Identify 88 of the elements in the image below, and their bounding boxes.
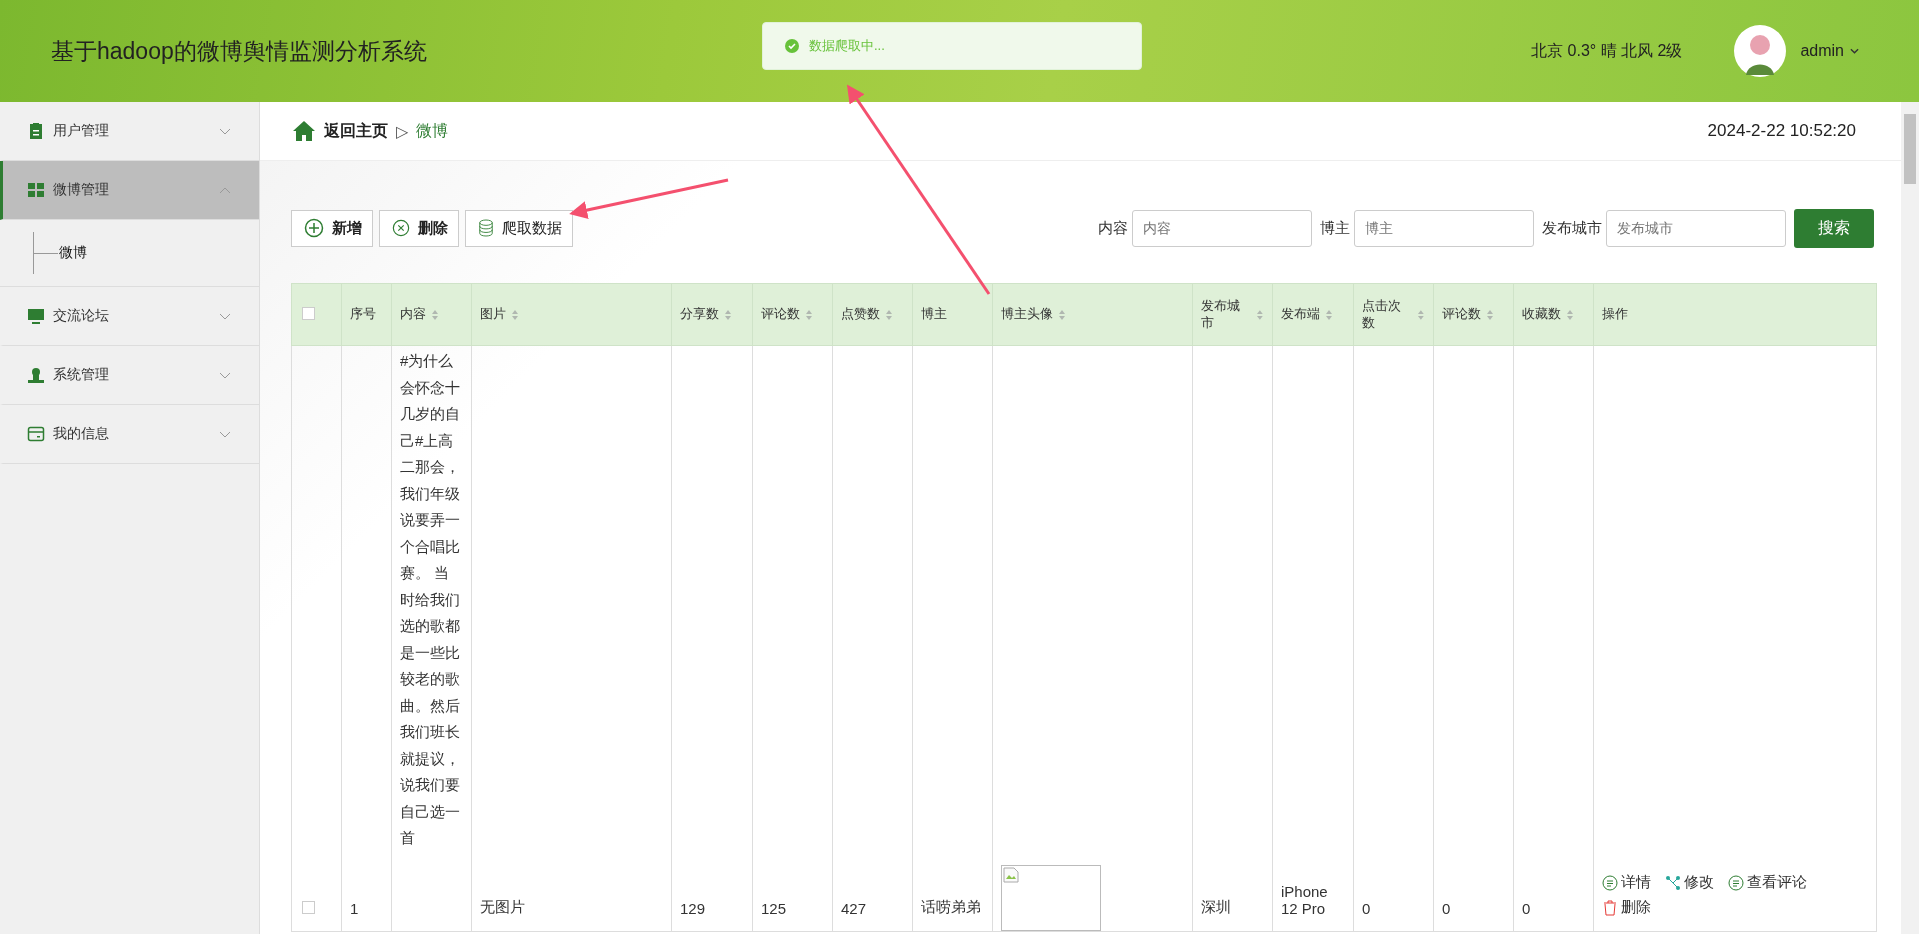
column-header: 序号	[350, 306, 376, 323]
action-link[interactable]: 修改	[1665, 873, 1714, 892]
sort-icon[interactable]	[431, 308, 439, 321]
sidebar-item[interactable]: 微博管理	[0, 161, 259, 220]
chevron-icon	[219, 430, 231, 438]
table-cell: 0	[1442, 900, 1451, 917]
network-icon	[1665, 874, 1681, 891]
filter-field[interactable]: 博主	[1354, 209, 1534, 247]
success-icon	[785, 39, 799, 53]
sidebar-item[interactable]: 交流论坛	[0, 287, 259, 346]
person-icon	[27, 366, 45, 384]
sort-icon[interactable]	[805, 308, 813, 321]
select-all-checkbox[interactable]	[302, 306, 315, 320]
clipboard-icon	[27, 122, 45, 140]
search-button[interactable]: 搜索	[1794, 208, 1874, 248]
sort-icon[interactable]	[1325, 308, 1333, 321]
table-cell: 125	[761, 900, 787, 917]
home-link[interactable]: 返回主页	[324, 120, 388, 142]
chevron-icon	[219, 312, 231, 320]
list-circle-icon	[1728, 874, 1744, 891]
table-cell: 话唠弟弟	[921, 898, 981, 915]
table-cell: 0	[1362, 900, 1371, 917]
table-cell: 129	[680, 900, 706, 917]
sort-icon[interactable]	[724, 308, 732, 321]
monitor-icon	[27, 307, 45, 325]
filter-label: 博主	[1320, 218, 1350, 238]
filter-field[interactable]: 内容	[1132, 209, 1312, 247]
database-icon	[478, 219, 494, 237]
table-cell: 深圳	[1201, 898, 1231, 915]
sort-icon[interactable]	[1417, 308, 1425, 321]
breadcrumb-current: 微博	[416, 120, 448, 141]
app-title: 基于hadoop的微博舆情监测分析系统	[51, 36, 427, 66]
column-header: 发布端	[1281, 306, 1320, 323]
content-text: #为什么会怀念十几岁的自己#上高二那会，我们年级说要弄一个合唱比赛。 当时给我们选的歌都是一些比较老的歌曲。然后我们班长就提议，说我们要自己选一首	[400, 351, 461, 848]
chevron-icon	[219, 127, 231, 135]
column-header: 内容	[400, 306, 426, 323]
close-icon	[392, 219, 410, 237]
table-cell: 无图片	[480, 898, 525, 915]
column-header: 图片	[480, 306, 506, 323]
table-cell: iPhone 12 Pro	[1281, 883, 1328, 917]
breadcrumb-separator: ▷	[396, 121, 408, 141]
action-link[interactable]: 查看评论	[1728, 873, 1807, 892]
weather-text: 北京 0.3° 晴 北风 2级	[1531, 40, 1683, 61]
column-header: 点赞数	[841, 306, 880, 323]
table-cell: 1	[350, 900, 359, 917]
list-circle-icon	[1602, 874, 1618, 891]
action-link[interactable]: 详情	[1602, 873, 1651, 892]
scrollbar[interactable]	[1901, 102, 1919, 934]
toolbar-button[interactable]: 爬取数据	[465, 209, 573, 247]
column-header: 评论数	[761, 306, 800, 323]
column-header: 收藏数	[1522, 306, 1561, 323]
column-header: 点击次数	[1362, 297, 1402, 332]
grid-icon	[27, 181, 45, 199]
toolbar-button[interactable]: 删除	[379, 209, 459, 247]
sort-icon[interactable]	[511, 308, 519, 321]
column-header: 博主	[921, 306, 947, 323]
action-link[interactable]: 删除	[1602, 898, 1651, 917]
sort-icon[interactable]	[1486, 308, 1494, 321]
toast-message: 数据爬取中...	[809, 37, 885, 55]
row-checkbox[interactable]	[302, 901, 315, 914]
sort-icon[interactable]	[1256, 308, 1264, 321]
column-header: 评论数	[1442, 306, 1481, 323]
column-header: 操作	[1602, 306, 1628, 323]
broken-image-icon	[1001, 865, 1101, 931]
sort-icon[interactable]	[1058, 308, 1066, 321]
sort-icon[interactable]	[1566, 308, 1574, 321]
datetime-text: 2024-2-22 10:52:20	[1707, 121, 1856, 141]
table-cell: 427	[841, 900, 867, 917]
trash-icon	[1602, 899, 1618, 916]
column-header: 发布城市	[1201, 297, 1241, 332]
table-cell: 0	[1522, 900, 1531, 917]
filter-label: 内容	[1098, 218, 1128, 238]
column-header: 分享数	[680, 306, 719, 323]
filter-field[interactable]: 发布城市	[1606, 209, 1786, 247]
toolbar-button[interactable]: 新增	[291, 209, 373, 247]
sort-icon[interactable]	[885, 308, 893, 321]
plus-icon	[304, 218, 324, 238]
card-icon	[27, 425, 45, 443]
filter-label: 发布城市	[1542, 218, 1602, 238]
column-header: 博主头像	[1001, 306, 1053, 323]
caret-icon	[1850, 48, 1859, 54]
chevron-icon	[219, 371, 231, 379]
user-menu[interactable]: admin	[1800, 42, 1859, 60]
sidebar-item[interactable]: 我的信息	[0, 405, 259, 464]
home-icon[interactable]	[292, 120, 316, 142]
sidebar-item[interactable]: 系统管理	[0, 346, 259, 405]
chevron-icon	[219, 186, 231, 194]
avatar-icon[interactable]	[1734, 25, 1787, 77]
